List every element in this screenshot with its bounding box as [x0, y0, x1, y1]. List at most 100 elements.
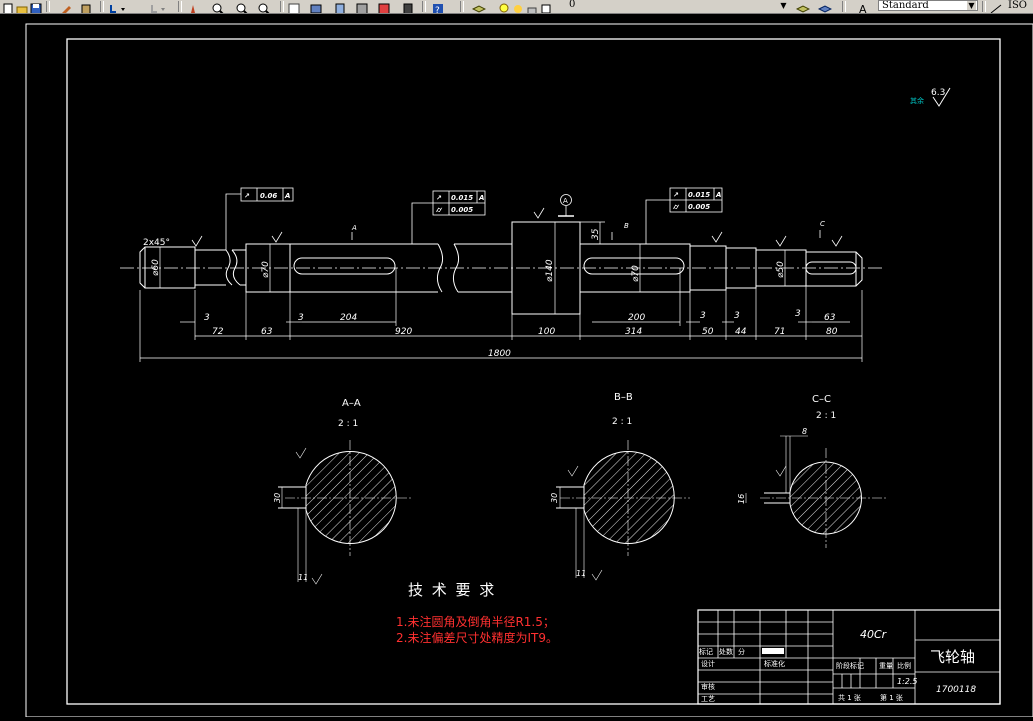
title-block-texts: 标记 处数 分 设计 标准化 审核 工艺 阶段标记 重量 比例 共 1 张 第 … [699, 647, 911, 703]
dim-3: 3 [734, 311, 740, 321]
sheet-set-icon[interactable] [356, 0, 370, 13]
drawing-canvas[interactable]: 其余 6.3 72 63 204 920 100 200 314 50 44 7… [0, 14, 1033, 718]
layer-manager-icon[interactable] [471, 0, 487, 13]
dim-16: 16 [737, 494, 746, 504]
gdt-value: 0.005 [688, 203, 710, 211]
dim-30: 30 [273, 493, 282, 503]
dim-dia140: ⌀140 [545, 259, 555, 282]
cut-label: C [820, 220, 825, 228]
undo-icon[interactable] [108, 0, 125, 13]
gdt-value: 0.06 [260, 192, 277, 200]
scale-text: 1:2.5 [897, 677, 918, 686]
dim-1800: 1800 [488, 349, 511, 359]
roughness-value: 6.3 [931, 88, 945, 98]
dim-204: 204 [340, 313, 357, 323]
match-properties-icon[interactable] [60, 0, 74, 13]
section-title: B–B [614, 392, 633, 403]
cut-label: A [351, 224, 357, 232]
calculator-icon[interactable] [402, 0, 416, 13]
layer-value: 0 [569, 0, 576, 10]
title-label-standard: 标准化 [764, 659, 785, 668]
chevron-down-icon[interactable]: ▼ [779, 1, 788, 10]
section-title: C–C [812, 394, 831, 405]
title-label-total: 共 1 张 [838, 693, 861, 702]
dimension-style-icon[interactable] [990, 0, 1004, 13]
dim-11: 11 [576, 569, 586, 578]
dim-3: 3 [795, 309, 801, 319]
requirement-item: 2.未注偏差尺寸处精度为IT9。 [396, 630, 558, 645]
dim-11: 11 [298, 573, 308, 582]
new-file-icon[interactable] [2, 0, 16, 13]
redo-icon[interactable] [148, 0, 165, 13]
dim-30: 30 [550, 493, 559, 503]
gdt-value: 0.005 [451, 206, 473, 214]
dim-44: 44 [735, 327, 747, 337]
zoom-realtime-icon[interactable] [212, 0, 226, 13]
dim-200: 200 [628, 313, 645, 323]
title-block-fill [762, 648, 784, 654]
local-roughness-marks [191, 207, 843, 247]
dim-80: 80 [826, 327, 838, 337]
open-file-icon[interactable] [16, 0, 30, 13]
toolbar-separator [280, 1, 284, 12]
dim-dia70: ⌀70 [631, 265, 641, 282]
title-label-count: 处数 [719, 647, 733, 656]
zoom-previous-icon[interactable] [258, 0, 272, 13]
layer-dropdown[interactable]: 0 ▼ [566, 0, 790, 11]
tool-palette-icon[interactable] [334, 0, 348, 13]
gdt-frames [225, 187, 723, 250]
title-label-marks: 标记 [699, 647, 713, 656]
gdt-symbol: ↗ [673, 191, 679, 199]
paste-icon[interactable] [80, 0, 94, 13]
text-style-dropdown[interactable]: Standard ▼ [878, 0, 978, 11]
pan-icon[interactable] [188, 0, 202, 13]
material-text: 40Cr [860, 628, 888, 641]
lightbulb-icon[interactable] [498, 0, 512, 13]
markup-icon[interactable] [378, 0, 392, 13]
title-label-weight: 重量 [879, 662, 893, 670]
gdt-texts: ↗ 0.06 A ↗ 0.015 A ⌭ 0.005 ↗ 0.015 A ⌭ 0… [244, 191, 721, 214]
svg-text:A: A [859, 3, 867, 14]
gdt-datum: A [478, 194, 484, 202]
layer-color-icon[interactable] [540, 0, 554, 13]
toolbar-separator [982, 1, 986, 12]
design-center-icon[interactable] [310, 0, 324, 13]
shaft-main-view [120, 221, 885, 315]
roughness-label: 其余 [910, 96, 924, 105]
zoom-window-icon[interactable] [236, 0, 250, 13]
dim-71: 71 [774, 327, 785, 337]
section-scale: 2 : 1 [816, 411, 836, 421]
save-icon[interactable] [30, 0, 44, 13]
dim-50: 50 [702, 327, 714, 337]
section-c-c: C–C 2 : 1 8 16 [737, 394, 888, 548]
svg-text:?: ? [435, 6, 440, 14]
requirements-heading: 技 术 要 求 [408, 581, 496, 599]
title-label-stage: 阶段标记 [836, 661, 864, 670]
gdt-value: 0.015 [451, 194, 473, 202]
properties-icon[interactable] [288, 0, 302, 13]
toolbar-separator [460, 1, 464, 12]
toolbar-separator [100, 1, 104, 12]
section-title: A–A [342, 398, 361, 409]
title-label-ratio: 比例 [897, 661, 911, 670]
dim-dia50: ⌀50 [776, 261, 786, 278]
dim-35: 35 [591, 228, 601, 240]
toolbar-separator [46, 1, 50, 12]
gdt-value: 0.015 [688, 191, 710, 199]
toolbar-separator [842, 1, 846, 12]
gdt-symbol: ⌭ [672, 203, 680, 211]
text-style-icon[interactable]: A [858, 0, 872, 14]
gdt-symbol: ↗ [244, 192, 250, 200]
datum-a-marker: A [558, 194, 574, 217]
dim-3: 3 [204, 313, 210, 323]
make-current-layer-icon[interactable] [795, 0, 811, 13]
dim-8: 8 [802, 427, 807, 436]
help-icon[interactable]: ? [432, 0, 446, 14]
lock-icon[interactable] [526, 0, 540, 13]
layer-previous-icon[interactable] [817, 0, 833, 13]
title-label-review: 审核 [701, 682, 715, 691]
sun-icon[interactable] [512, 0, 526, 13]
dim-72: 72 [212, 327, 224, 337]
chevron-down-icon[interactable]: ▼ [967, 1, 976, 10]
chamfer-note: 2x45° [143, 238, 170, 248]
